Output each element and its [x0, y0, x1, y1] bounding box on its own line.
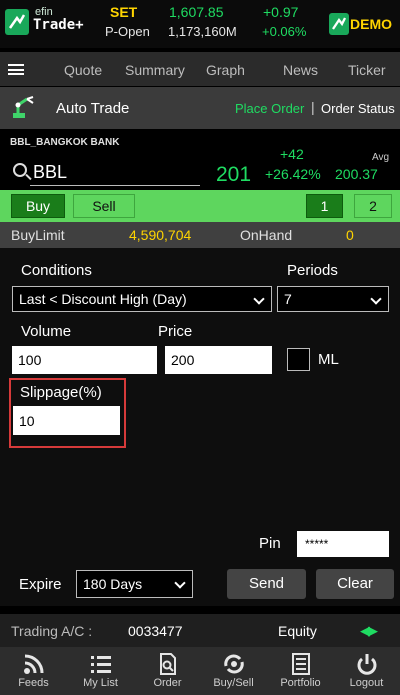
demo-button[interactable]: DEMO: [350, 16, 392, 32]
order-tab-2[interactable]: 2: [354, 194, 392, 218]
price-change-pct: +26.42%: [265, 166, 321, 182]
list-icon: [90, 656, 111, 673]
last-price: 201: [216, 163, 252, 186]
auto-trade-title: Auto Trade: [56, 100, 130, 117]
symbol-input[interactable]: [30, 160, 200, 186]
power-icon: [357, 654, 376, 675]
price-label: Price: [158, 323, 193, 340]
periods-value: 7: [284, 291, 292, 307]
price-input[interactable]: [165, 346, 272, 374]
send-button[interactable]: Send: [227, 569, 306, 599]
tab-ticker[interactable]: Ticker: [348, 62, 386, 78]
buy-button[interactable]: Buy: [11, 194, 65, 218]
pin-input[interactable]: [297, 531, 389, 557]
buy-limit-value: 4,590,704: [129, 227, 192, 243]
expire-select[interactable]: 180 Days: [76, 570, 193, 598]
on-hand-value: 0: [346, 227, 354, 243]
volume-input[interactable]: [12, 346, 157, 374]
order-tab-1[interactable]: 1: [306, 194, 343, 218]
buy-sell-icon: [223, 654, 244, 674]
ml-checkbox[interactable]: [287, 348, 310, 371]
pin-label: Pin: [259, 535, 281, 552]
tab-summary[interactable]: Summary: [125, 62, 185, 78]
account-label: Trading A/C :: [11, 623, 93, 639]
symbol-full-name: BBL_BANGKOK BANK: [10, 137, 120, 148]
switch-arrows-icon[interactable]: ◀▶: [360, 623, 378, 639]
demo-icon[interactable]: [329, 13, 349, 35]
market-volume: 1,173,160M: [168, 24, 237, 39]
expire-value: 180 Days: [83, 576, 143, 592]
nav-buysell-label: Buy/Sell: [213, 677, 254, 689]
nav-buysell[interactable]: Buy/Sell: [200, 647, 267, 695]
place-order-link[interactable]: Place Order: [235, 101, 304, 116]
robot-arm-icon: [13, 96, 34, 118]
avg-label: Avg: [372, 152, 390, 163]
nav-feeds-label: Feeds: [18, 677, 49, 689]
slippage-label: Slippage(%): [20, 384, 102, 401]
search-icon[interactable]: [13, 163, 27, 177]
top-nav: Quote Summary Graph News Ticker: [0, 52, 400, 86]
nav-portfolio[interactable]: Portfolio: [267, 647, 334, 695]
clear-button[interactable]: Clear: [316, 569, 394, 599]
logo-text-bottom: Trade+: [33, 17, 84, 33]
nav-feeds[interactable]: Feeds: [0, 647, 67, 695]
tab-quote[interactable]: Quote: [64, 62, 102, 78]
tab-graph[interactable]: Graph: [206, 62, 245, 78]
nav-order[interactable]: Order: [134, 647, 201, 695]
periods-label: Periods: [287, 262, 338, 279]
account-number[interactable]: 0033477: [128, 623, 183, 639]
market-change-pct: +0.06%: [262, 24, 307, 39]
on-hand-label: OnHand: [240, 227, 293, 243]
market-label: SET: [110, 4, 138, 20]
market-index: 1,607.85: [169, 4, 224, 20]
order-status-link[interactable]: Order Status: [321, 101, 395, 116]
market-change: +0.97: [263, 4, 299, 20]
nav-logout[interactable]: Logout: [333, 647, 400, 695]
chevron-down-icon: [174, 577, 186, 589]
portfolio-icon: [291, 653, 310, 675]
periods-select[interactable]: 7: [277, 286, 389, 312]
feeds-icon: [23, 654, 43, 674]
order-document-icon: [159, 653, 176, 675]
market-state: P-Open: [105, 24, 150, 39]
expire-label: Expire: [19, 576, 62, 593]
link-separator: |: [311, 99, 315, 115]
conditions-select[interactable]: Last < Discount High (Day): [12, 286, 272, 312]
account-type: Equity: [278, 623, 317, 639]
conditions-label: Conditions: [21, 262, 92, 279]
price-change: +42: [280, 146, 304, 162]
volume-label: Volume: [21, 323, 72, 340]
slippage-input[interactable]: [13, 406, 120, 435]
menu-icon[interactable]: [8, 64, 24, 75]
nav-mylist-label: My List: [83, 677, 118, 689]
sell-button[interactable]: Sell: [73, 194, 135, 218]
nav-portfolio-label: Portfolio: [280, 677, 321, 689]
auto-trade-bar: Auto Trade Place Order | Order Status: [0, 87, 400, 129]
app-logo-icon: [5, 9, 29, 35]
buy-limit-label: BuyLimit: [11, 227, 65, 243]
ml-label: ML: [318, 351, 339, 368]
nav-mylist[interactable]: My List: [67, 647, 134, 695]
chevron-down-icon: [253, 293, 265, 305]
conditions-value: Last < Discount High (Day): [19, 291, 187, 307]
chevron-down-icon: [370, 293, 382, 305]
avg-value: 200.37: [335, 166, 378, 182]
nav-logout-label: Logout: [349, 677, 384, 689]
nav-order-label: Order: [153, 677, 182, 689]
tab-news[interactable]: News: [283, 62, 318, 78]
